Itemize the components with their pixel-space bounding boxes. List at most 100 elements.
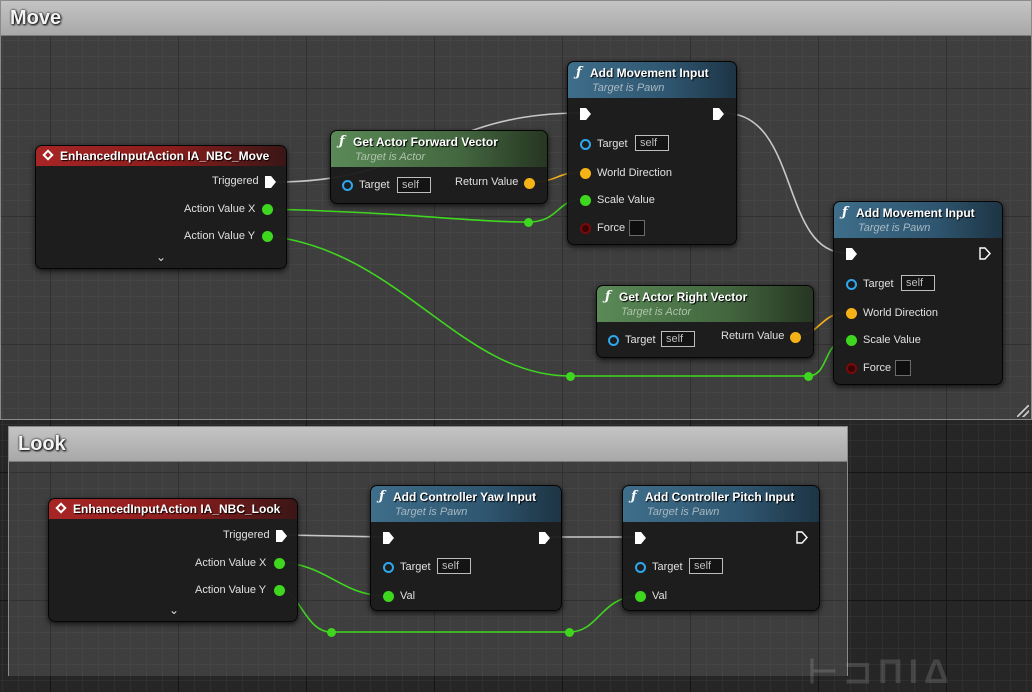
node-title: Add Controller Pitch Input — [645, 490, 795, 504]
reroute-knot-2[interactable] — [566, 372, 575, 381]
exec-out-pin-unconnected[interactable] — [979, 247, 991, 260]
node-header[interactable]: ƒ Get Actor Forward Vector Target is Act… — [331, 131, 547, 167]
node-input-action-look[interactable]: EnhancedInputAction IA_NBC_Look Triggere… — [48, 498, 298, 622]
node-header[interactable]: ƒ Add Controller Yaw Input Target is Paw… — [371, 486, 561, 522]
function-icon: ƒ — [842, 205, 848, 220]
pin-label-world-direction: World Direction — [597, 167, 672, 179]
node-title: Add Movement Input — [856, 206, 975, 220]
float-pin-action-value-y[interactable] — [274, 585, 285, 596]
function-icon: ƒ — [339, 134, 345, 149]
exec-out-pin-unconnected[interactable] — [796, 531, 808, 544]
comment-resize-handle-move[interactable] — [1017, 405, 1029, 417]
force-checkbox[interactable] — [895, 360, 911, 376]
pin-label-target: Target — [359, 179, 390, 191]
reroute-knot-3[interactable] — [804, 372, 813, 381]
object-pin-target[interactable] — [846, 279, 857, 290]
comment-title-move: Move — [10, 7, 62, 29]
float-pin-scale-value[interactable] — [846, 335, 857, 346]
event-diamond-icon — [42, 149, 54, 161]
bool-pin-force[interactable] — [580, 223, 591, 234]
pin-label-val: Val — [400, 590, 416, 602]
node-add-movement-input-1[interactable]: ƒ Add Movement Input Target is Pawn Targ… — [567, 61, 737, 245]
pin-label-triggered: Triggered — [223, 529, 270, 541]
object-pin-target[interactable] — [580, 139, 591, 150]
float-pin-action-value-x[interactable] — [262, 204, 273, 215]
target-self-field[interactable]: self — [901, 275, 935, 291]
reroute-knot-1[interactable] — [524, 218, 533, 227]
node-title: Add Movement Input — [590, 66, 709, 80]
target-self-field[interactable]: self — [397, 177, 431, 193]
exec-out-pin[interactable] — [539, 532, 550, 544]
pin-label-triggered: Triggered — [212, 175, 259, 187]
node-title: EnhancedInputAction IA_NBC_Look — [73, 502, 281, 516]
node-header[interactable]: ƒ Add Movement Input Target is Pawn — [834, 202, 1002, 238]
vector-pin-return-value[interactable] — [790, 332, 801, 343]
pin-label-return-value: Return Value — [721, 330, 785, 342]
pin-label-action-value-y: Action Value Y — [184, 230, 256, 242]
node-title: Get Actor Forward Vector — [353, 135, 498, 149]
exec-in-pin[interactable] — [846, 248, 857, 260]
function-icon: ƒ — [631, 489, 637, 504]
object-pin-target[interactable] — [635, 562, 646, 573]
pin-label-action-value-x: Action Value X — [184, 203, 256, 215]
pin-label-target: Target — [863, 278, 894, 290]
expand-chevron-icon[interactable]: ⌄ — [156, 250, 166, 264]
float-pin-action-value-y[interactable] — [262, 231, 273, 242]
bool-pin-force[interactable] — [846, 363, 857, 374]
node-add-controller-pitch-input[interactable]: ƒ Add Controller Pitch Input Target is P… — [622, 485, 820, 611]
reroute-knot-4[interactable] — [327, 628, 336, 637]
node-input-action-move[interactable]: EnhancedInputAction IA_NBC_Move Triggere… — [35, 145, 287, 269]
object-pin-target[interactable] — [342, 180, 353, 191]
vector-pin-world-direction[interactable] — [846, 308, 857, 319]
exec-in-pin[interactable] — [383, 532, 394, 544]
node-subtitle: Target is Actor — [621, 306, 692, 318]
expand-chevron-icon[interactable]: ⌄ — [169, 603, 179, 617]
reroute-knot-5[interactable] — [565, 628, 574, 637]
object-pin-target[interactable] — [608, 335, 619, 346]
node-add-movement-input-2[interactable]: ƒ Add Movement Input Target is Pawn Targ… — [833, 201, 1003, 385]
function-icon: ƒ — [379, 489, 385, 504]
exec-in-pin[interactable] — [635, 532, 646, 544]
pin-label-world-direction: World Direction — [863, 307, 938, 319]
node-get-actor-forward-vector[interactable]: ƒ Get Actor Forward Vector Target is Act… — [330, 130, 548, 204]
pin-label-return-value: Return Value — [455, 176, 519, 188]
node-header[interactable]: ƒ Add Controller Pitch Input Target is P… — [623, 486, 819, 522]
pin-label-scale-value: Scale Value — [597, 194, 655, 206]
node-add-controller-yaw-input[interactable]: ƒ Add Controller Yaw Input Target is Paw… — [370, 485, 562, 611]
target-self-field[interactable]: self — [661, 331, 695, 347]
exec-out-pin-triggered[interactable] — [265, 176, 276, 188]
node-subtitle: Target is Pawn — [647, 506, 720, 518]
pin-label-target: Target — [652, 561, 683, 573]
target-self-field[interactable]: self — [437, 558, 471, 574]
node-header[interactable]: ƒ Get Actor Right Vector Target is Actor — [597, 286, 813, 322]
node-get-actor-right-vector[interactable]: ƒ Get Actor Right Vector Target is Actor… — [596, 285, 814, 358]
node-header[interactable]: EnhancedInputAction IA_NBC_Move — [36, 146, 286, 166]
exec-out-pin[interactable] — [713, 108, 724, 120]
pin-label-target: Target — [597, 138, 628, 150]
node-subtitle: Target is Pawn — [395, 506, 468, 518]
node-header[interactable]: ƒ Add Movement Input Target is Pawn — [568, 62, 736, 98]
float-pin-val[interactable] — [635, 591, 646, 602]
vector-pin-return-value[interactable] — [524, 178, 535, 189]
vector-pin-world-direction[interactable] — [580, 168, 591, 179]
force-checkbox[interactable] — [629, 220, 645, 236]
node-title: Get Actor Right Vector — [619, 290, 748, 304]
pin-label-target: Target — [625, 334, 656, 346]
target-self-field[interactable]: self — [635, 135, 669, 151]
object-pin-target[interactable] — [383, 562, 394, 573]
float-pin-action-value-x[interactable] — [274, 558, 285, 569]
node-title: EnhancedInputAction IA_NBC_Move — [60, 149, 270, 163]
watermark-glyphs: ⊢⊐ΠΙΔ — [808, 653, 955, 691]
exec-out-pin-triggered[interactable] — [276, 530, 287, 542]
target-self-field[interactable]: self — [689, 558, 723, 574]
comment-header-look[interactable]: Look — [9, 427, 847, 462]
comment-header-move[interactable]: Move — [1, 1, 1031, 36]
float-pin-scale-value[interactable] — [580, 195, 591, 206]
pin-label-action-value-x: Action Value X — [195, 557, 267, 569]
exec-in-pin[interactable] — [580, 108, 591, 120]
node-title: Add Controller Yaw Input — [393, 490, 537, 504]
pin-label-force: Force — [597, 222, 626, 234]
float-pin-val[interactable] — [383, 591, 394, 602]
event-diamond-icon — [55, 502, 67, 514]
node-header[interactable]: EnhancedInputAction IA_NBC_Look — [49, 499, 297, 519]
